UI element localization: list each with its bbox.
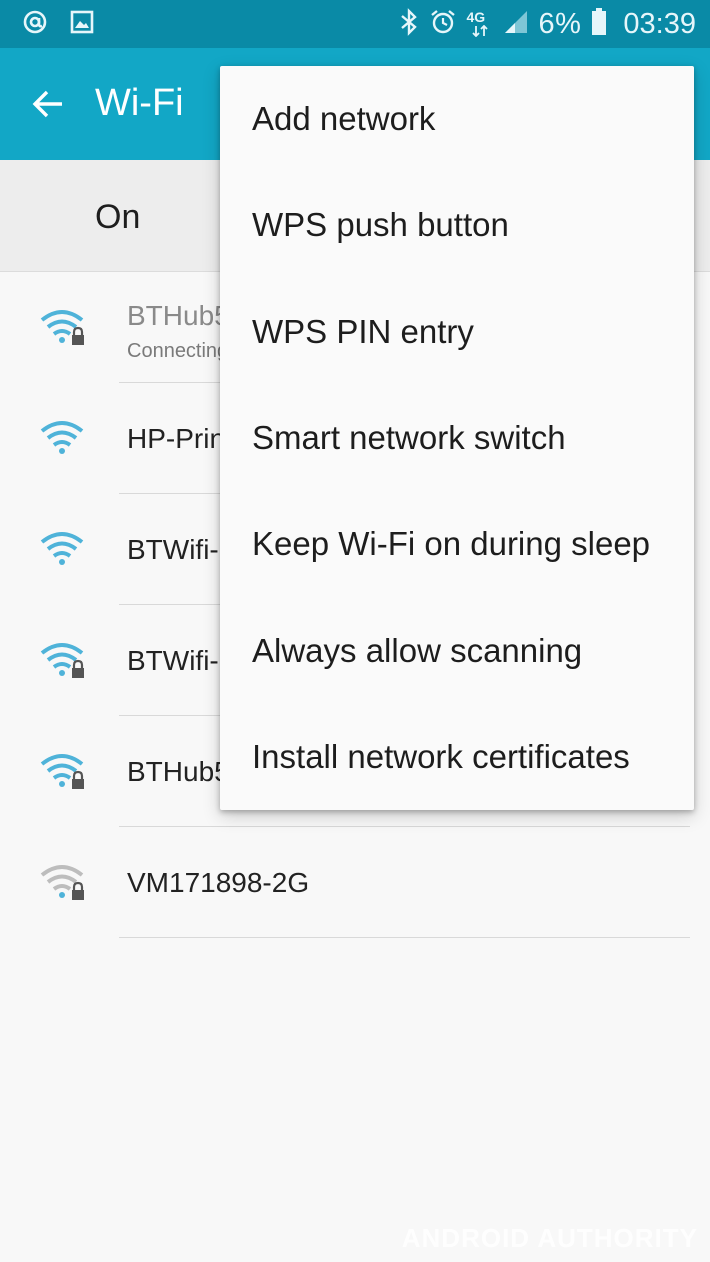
at-sign-icon [22,9,48,40]
wifi-weak-locked-icon [40,863,88,903]
network-name: BTWifi- [127,534,219,565]
network-item[interactable]: VM171898-2G [0,827,710,938]
watermark: ANDROID AUTHORITY [401,1223,698,1253]
menu-item-always-allow-scanning[interactable]: Always allow scanning [220,597,694,703]
menu-item-wps-pin-entry[interactable]: WPS PIN entry [220,279,694,385]
alarm-icon [429,8,457,41]
network-4g-icon: 4G [467,9,493,39]
network-name: VM171898-2G [127,867,310,898]
page-title: Wi-Fi [95,82,184,124]
clock: 03:39 [623,7,696,40]
status-bar: 4G 6% 03:39 [0,0,710,48]
menu-item-wps-push-button[interactable]: WPS push button [220,172,694,278]
arrow-back-icon[interactable] [28,84,68,124]
wifi-locked-icon [40,308,88,348]
signal-icon [503,9,529,40]
image-icon [70,10,94,39]
network-name: BTHub5 [127,756,230,787]
divider [119,937,690,938]
menu-item-keep-wifi-on[interactable]: Keep Wi-Fi on during sleep [220,491,694,597]
menu-item-smart-network-switch[interactable]: Smart network switch [220,385,694,491]
battery-icon [591,7,607,41]
wifi-icon [40,419,88,459]
wifi-locked-icon [40,641,88,681]
network-name: BTHub5 [127,300,230,331]
menu-item-install-certificates[interactable]: Install network certificates [220,704,694,810]
network-name: HP-Print [127,423,233,454]
toggle-label: On [95,198,141,236]
bluetooth-icon [399,7,419,41]
battery-percent: 6% [538,7,582,40]
wifi-locked-icon [40,752,88,792]
overflow-menu: Add network WPS push button WPS PIN entr… [220,66,694,810]
network-type-label: 4G [466,9,486,25]
network-name: BTWifi- [127,645,219,676]
network-status: Connecting [127,340,229,362]
menu-item-add-network[interactable]: Add network [220,66,694,172]
wifi-icon [40,530,88,570]
